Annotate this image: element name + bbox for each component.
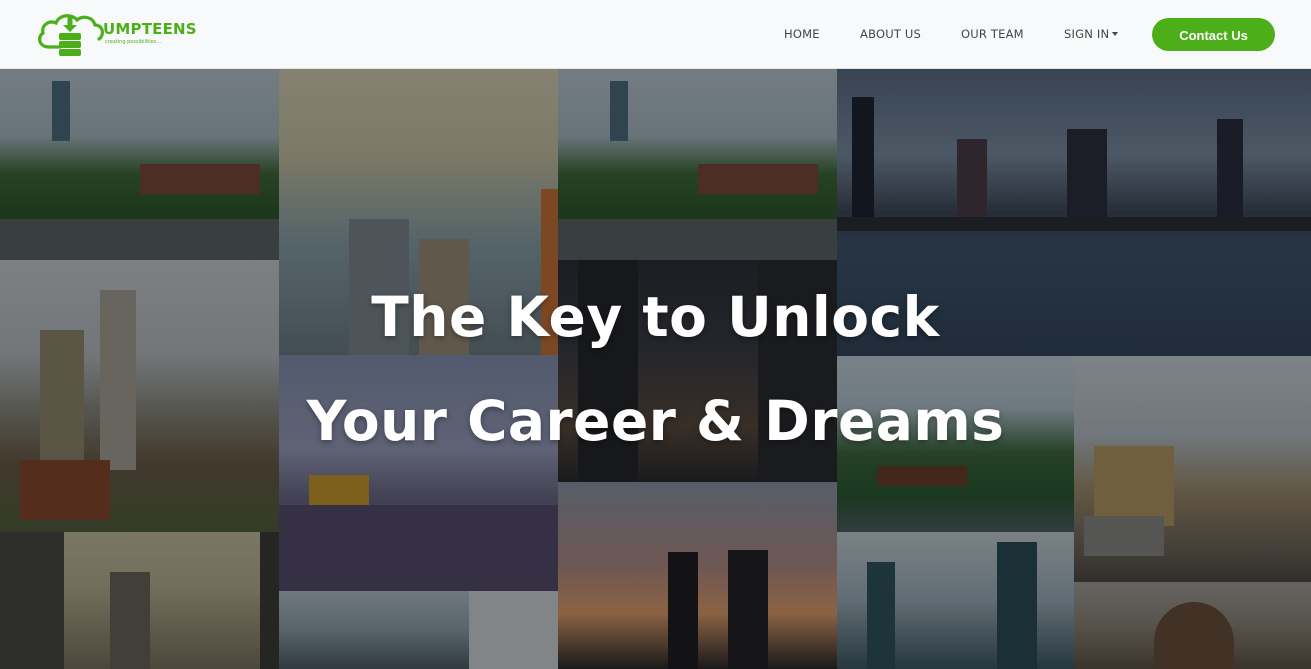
nav-home[interactable]: HOME bbox=[784, 27, 820, 41]
hero-heading-line2: Your Career & Dreams bbox=[306, 389, 1005, 453]
brand-logo[interactable]: UMPTEENS creating possibilities... bbox=[35, 11, 205, 59]
brand-tagline: creating possibilities... bbox=[105, 39, 162, 45]
caret-down-icon bbox=[1112, 32, 1119, 36]
nav-our-team[interactable]: OUR TEAM bbox=[961, 27, 1024, 41]
nav-sign-in-dropdown[interactable]: SIGN IN bbox=[1064, 27, 1119, 41]
nav-sign-in-label: SIGN IN bbox=[1064, 27, 1110, 41]
hero-dark-overlay bbox=[0, 69, 1311, 669]
contact-us-button[interactable]: Contact Us bbox=[1152, 18, 1275, 51]
brand-name: UMPTEENS bbox=[103, 20, 197, 38]
nav-about-us[interactable]: ABOUT US bbox=[860, 27, 921, 41]
hero-heading-line1: The Key to Unlock bbox=[371, 285, 940, 349]
navbar: UMPTEENS creating possibilities... HOME … bbox=[0, 0, 1311, 69]
hero-section: The Key to Unlock Your Career & Dreams bbox=[0, 69, 1311, 669]
